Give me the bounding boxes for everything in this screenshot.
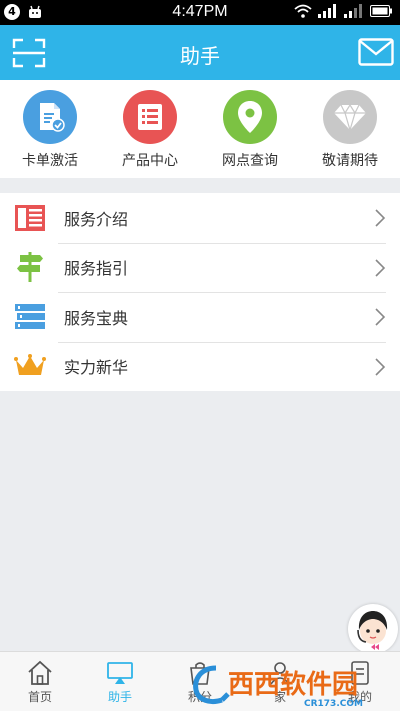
status-bar: 4 4:47PM [0,0,400,25]
service-menu-list: 服务介绍 服务指引 服务宝典 实力新华 [0,193,400,391]
wifi-icon [294,4,312,18]
page-title: 助手 [180,44,220,68]
books-icon [13,300,47,334]
product-list-icon [123,90,177,144]
tab-label: 助手 [107,690,132,704]
newspaper-icon [13,201,47,235]
tab-label: 首页 [27,690,52,704]
home-icon [28,660,52,685]
grid-item-coming-soon[interactable]: 敬请期待 [300,80,400,178]
menu-item-label: 实力新华 [64,358,129,378]
menu-item-label: 服务介绍 [64,209,129,229]
mail-button[interactable] [358,38,394,66]
grid-label: 敬请期待 [322,153,378,169]
signal-icon [318,4,336,18]
diamond-icon [323,90,377,144]
menu-item-xinhua-strength[interactable]: 实力新华 [0,341,400,392]
tab-home[interactable]: 首页 [0,652,80,711]
menu-item-service-guide[interactable]: 服务指引 [0,242,400,293]
chevron-right-icon [375,357,386,376]
title-bar: 助手 [0,25,400,80]
quick-action-grid: 卡单激活 产品中心 网点查询 敬请期待 [0,80,400,178]
grid-label: 网点查询 [222,153,278,169]
tab-assistant[interactable]: 助手 [80,652,160,711]
menu-item-service-intro[interactable]: 服务介绍 [0,193,400,243]
mail-icon [358,38,394,66]
grid-item-card-activate[interactable]: 卡单激活 [0,80,100,178]
card-activate-icon [23,90,77,144]
grid-item-outlet-search[interactable]: 网点查询 [200,80,300,178]
crown-icon [13,349,47,383]
battery-icon [370,5,392,17]
chevron-right-icon [375,308,386,326]
customer-service-avatar[interactable] [348,604,398,654]
watermark-text: 西西软件园 [228,670,358,700]
signal-icon-2 [344,4,362,18]
menu-item-label: 服务指引 [64,259,129,279]
chevron-right-icon [375,258,386,277]
grid-label: 产品中心 [122,153,178,169]
menu-item-label: 服务宝典 [64,308,129,328]
watermark-logo: 西西软件园 CR173.COM [193,665,363,708]
location-pin-icon [223,90,277,144]
grid-item-product-center[interactable]: 产品中心 [100,80,200,178]
assistant-icon [107,662,133,684]
menu-item-service-handbook[interactable]: 服务宝典 [0,292,400,342]
service-girl-icon [357,611,388,650]
status-right [294,4,392,18]
grid-label: 卡单激活 [22,153,78,169]
chevron-right-icon [375,209,386,227]
signpost-icon [13,250,47,284]
watermark-url: CR173.COM [304,699,363,708]
